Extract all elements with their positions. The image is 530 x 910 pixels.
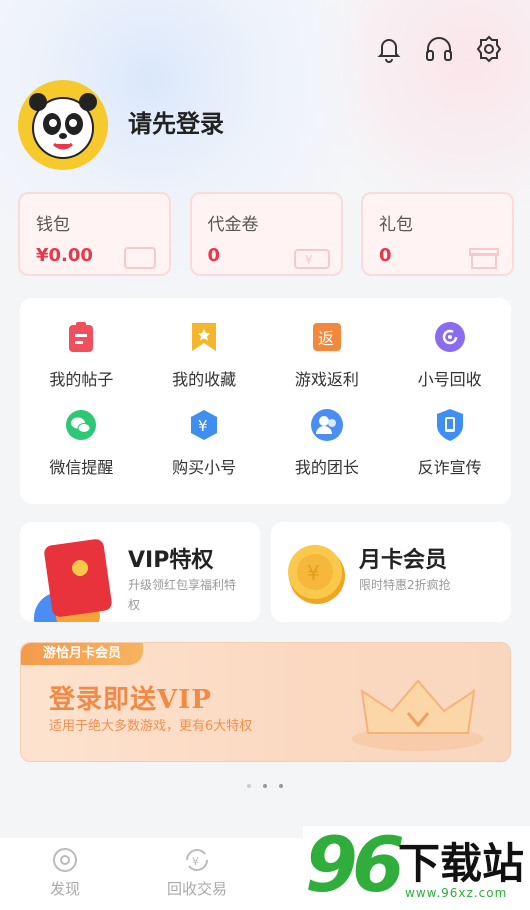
vip-subtitle: 升级领红包享福利特权 [128,578,237,612]
discover-icon [53,848,77,872]
carousel-dot[interactable] [247,784,251,788]
avatar[interactable] [18,80,108,170]
banner-description: 适用于绝大多数游戏，更有6大特权 [49,719,253,734]
banner-tag: 游恰月卡会员 [21,643,144,665]
menu-item-wechat-reminder[interactable]: 微信提醒 [20,408,143,496]
recycle-trade-icon: ¥ [186,849,208,871]
menu-item-favorites[interactable]: 我的收藏 [143,320,266,408]
tab-discover[interactable]: 发现 [10,838,120,899]
crown-icon [352,679,484,751]
yen-shield-icon: ¥ [187,408,221,442]
carousel-dot[interactable] [279,784,283,788]
menu-item-label: 我的团长 [294,458,359,477]
team-leader-icon [310,408,344,442]
watermark-text: 下载站 [398,839,525,888]
phone-shield-icon [433,408,467,442]
carousel-dots [0,784,530,788]
wechat-icon [64,408,98,442]
menu-item-account-recycle[interactable]: 小号回收 [388,320,511,408]
svg-text:¥: ¥ [305,253,313,267]
menu-item-team-leader[interactable]: 我的团长 [266,408,389,496]
promo-row: VIP特权 升级领红包享福利特权 ¥ 月卡会员 限时特惠2折疯抢 [20,522,511,622]
wallet-row: 钱包 ¥0.00 代金卷 0 ¥ 礼包 0 [18,192,514,276]
menu-item-my-posts[interactable]: 我的帖子 [20,320,143,408]
menu-item-label: 购买小号 [172,458,237,477]
wallet-card[interactable]: 钱包 ¥0.00 [18,192,171,276]
monthly-card-member-card[interactable]: ¥ 月卡会员 限时特惠2折疯抢 [271,522,511,622]
menu-item-label: 我的帖子 [49,370,114,389]
post-icon [64,320,98,354]
monthly-title: 月卡会员 [359,548,448,573]
carousel-dot-active[interactable] [263,784,267,788]
menu-item-label: 反诈宣传 [417,458,482,477]
voucher-label: 代金卷 [207,215,259,235]
voucher-card[interactable]: 代金卷 0 ¥ [189,192,343,276]
menu-item-label: 微信提醒 [49,458,114,477]
vip-privilege-card[interactable]: VIP特权 升级领红包享福利特权 [20,522,260,622]
site-watermark: 96 下载站 www.96xz.com [303,820,530,910]
svg-text:返: 返 [318,329,334,348]
gift-card[interactable]: 礼包 0 [361,192,514,276]
gold-coin-icon: ¥ [288,545,345,604]
menu-item-label: 游戏返利 [294,370,359,389]
menu-item-anti-fraud[interactable]: 反诈宣传 [388,408,511,496]
wallet-icon [124,247,156,269]
svg-text:¥: ¥ [307,561,320,585]
menu-item-buy-account[interactable]: ¥ 购买小号 [143,408,266,496]
panda-avatar-icon [29,93,97,159]
tab-label: 发现 [49,880,80,898]
gift-box-icon [469,248,499,269]
svg-text:¥: ¥ [192,855,199,868]
watermark-url: www.96xz.com [405,886,508,900]
settings-gear-icon[interactable] [474,34,504,64]
wallet-label: 钱包 [36,215,70,235]
gift-label: 礼包 [379,215,413,235]
red-envelope-icon [34,539,112,622]
feature-menu: 我的帖子 我的收藏 返 游戏返利 小号回收 微信提醒 ¥ 购买小号 我的团长 反… [20,298,511,504]
voucher-ticket-icon: ¥ [293,249,330,269]
bookmark-star-icon [187,320,221,354]
rebate-icon: 返 [310,320,344,354]
top-action-bar [374,34,504,64]
tab-recycle-trade[interactable]: ¥ 回收交易 [142,838,252,899]
login-prompt[interactable]: 请先登录 [128,104,224,139]
headset-icon[interactable] [424,34,454,64]
menu-item-label: 小号回收 [417,370,482,389]
watermark-number: 96 [305,820,405,909]
monthly-subtitle: 限时特惠2折疯抢 [359,578,451,592]
banner-headline: 登录即送VIP [49,685,212,715]
vip-title: VIP特权 [128,548,214,573]
tab-label: 回收交易 [166,880,227,898]
menu-item-rebate[interactable]: 返 游戏返利 [266,320,389,408]
recycle-icon [433,320,467,354]
bell-icon[interactable] [374,34,404,64]
vip-promo-banner[interactable]: 游恰月卡会员 登录即送VIP 适用于绝大多数游戏，更有6大特权 [20,642,511,762]
svg-text:¥: ¥ [198,417,208,435]
menu-item-label: 我的收藏 [172,370,237,389]
